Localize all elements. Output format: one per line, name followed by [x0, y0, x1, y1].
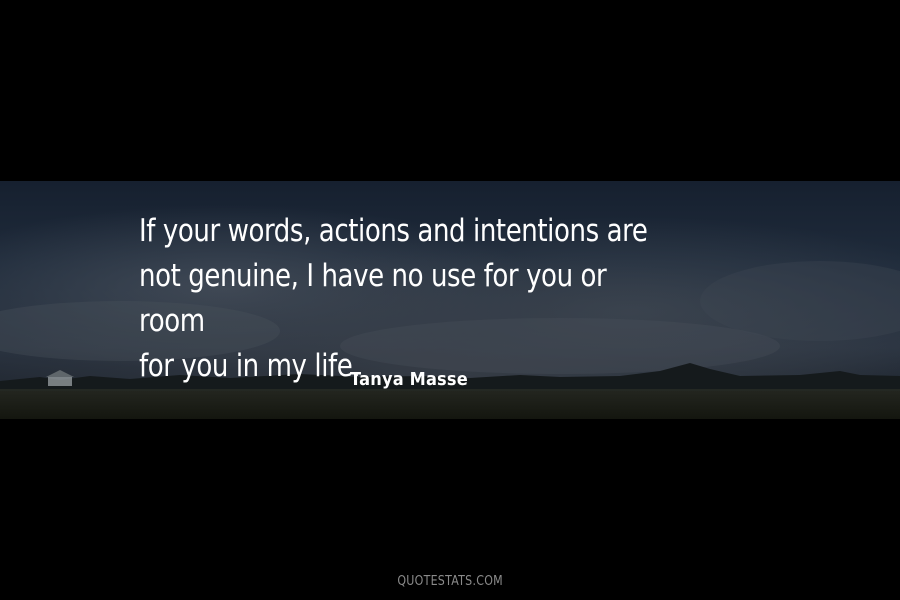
- quote-line: not genuine, I have no use for you or ro…: [139, 258, 607, 339]
- quote-page: If your words, actions and intentions ar…: [0, 0, 900, 600]
- site-watermark: QUOTESTATS.COM: [397, 574, 503, 589]
- quote-line: for you in my life.: [139, 348, 361, 384]
- quote-author: Tanya Masse: [350, 369, 468, 390]
- quote-line: If your words, actions and intentions ar…: [139, 213, 648, 249]
- quote-text: If your words, actions and intentions ar…: [139, 209, 677, 389]
- site-footer: QUOTESTATS.COM: [0, 574, 900, 589]
